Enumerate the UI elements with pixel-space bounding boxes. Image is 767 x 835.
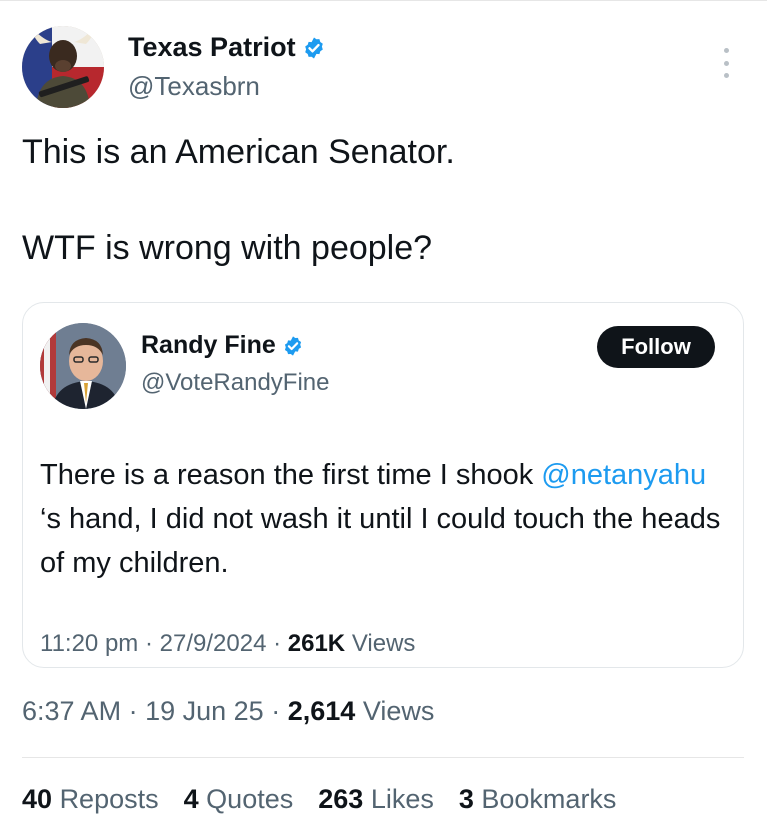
author-name-row: Texas Patriot [128,32,326,63]
quoted-author-handle[interactable]: @VoteRandyFine [141,369,329,397]
quoted-author-name[interactable]: Randy Fine [141,331,276,360]
tweet-text-line-1: This is an American Senator. [22,133,455,171]
likes-stat[interactable]: 263 Likes [318,784,434,815]
tweet-text: This is an American Senator. WTF is wron… [22,128,455,272]
bull-avatar-icon [22,26,104,108]
separator: · [271,696,281,726]
follow-button[interactable]: Follow [597,326,715,368]
likes-label: Likes [370,784,434,814]
reposts-label: Reposts [59,784,159,814]
quoted-tweet-meta: 11:20 pm · 27/9/2024 · 261K Views [40,630,415,658]
stats-divider [22,757,744,758]
quoted-author-avatar[interactable] [40,323,126,409]
quotes-label: Quotes [206,784,294,814]
quotes-count: 4 [183,784,199,814]
person-avatar-icon [40,323,126,409]
bookmarks-count: 3 [458,784,474,814]
engagement-stats: 40 Reposts 4 Quotes 263 Likes 3 Bookmark… [22,784,641,815]
quoted-text-start: There is a reason the first time I shook [40,459,542,491]
quoted-views-label: Views [351,630,416,657]
tweet-text-line-2: WTF is wrong with people? [22,229,433,267]
quoted-date[interactable]: 27/9/2024 [160,630,267,657]
verified-badge-icon [284,335,301,356]
tweet-time[interactable]: 6:37 AM [22,696,121,726]
reposts-stat[interactable]: 40 Reposts [22,784,159,815]
reposts-count: 40 [22,784,53,814]
likes-count: 263 [318,784,364,814]
quoted-text-end: ‘s hand, I did not wash it until I could… [40,503,721,579]
bookmarks-label: Bookmarks [481,784,617,814]
top-divider [0,0,767,1]
views-label: Views [362,696,435,726]
separator: · [128,696,138,726]
quotes-stat[interactable]: 4 Quotes [184,784,294,815]
tweet-date[interactable]: 19 Jun 25 [145,696,264,726]
bookmarks-stat[interactable]: 3 Bookmarks [459,784,617,815]
quoted-tweet-text: There is a reason the first time I shook… [40,453,730,585]
quoted-tweet-card[interactable]: Randy Fine @VoteRandyFine Follow There i… [22,302,744,668]
views-count: 2,614 [287,696,356,726]
tweet-meta: 6:37 AM · 19 Jun 25 · 2,614 Views [22,696,434,727]
author-name[interactable]: Texas Patriot [128,32,296,63]
author-handle[interactable]: @Texasbrn [128,71,260,102]
tweet-header: Texas Patriot @Texasbrn [22,26,742,110]
quoted-time[interactable]: 11:20 pm [40,630,138,657]
separator: · [144,630,153,657]
mention-link[interactable]: @netanyahu [541,459,706,491]
verified-badge-icon [304,37,323,58]
quoted-name-row: Randy Fine [141,331,304,360]
more-options-icon[interactable] [716,48,736,78]
author-avatar[interactable] [22,26,104,108]
quoted-views-count: 261K [287,630,346,657]
separator: · [273,630,282,657]
